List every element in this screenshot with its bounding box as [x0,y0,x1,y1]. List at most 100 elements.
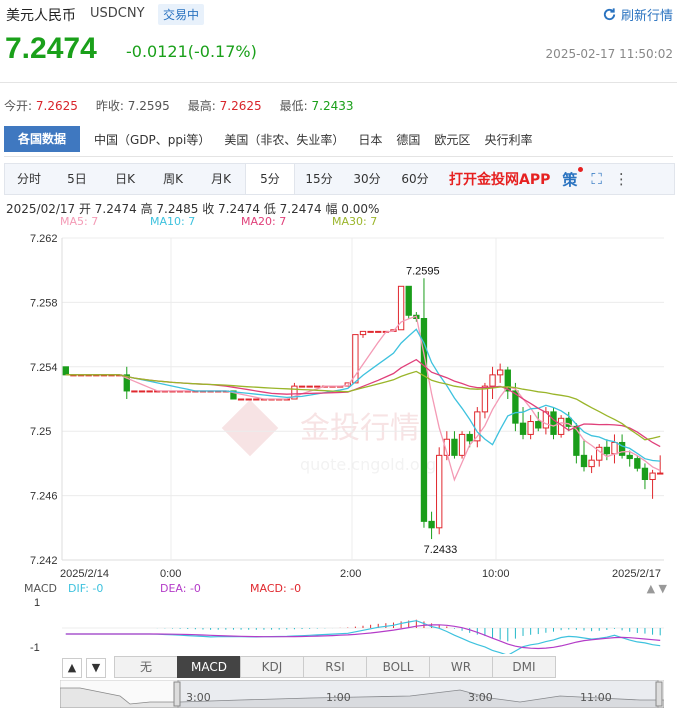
y-tick-label: 7.246 [30,491,58,503]
tab-5min[interactable]: 5分 [245,164,295,194]
ma30-label: MA30: 7 [332,215,378,228]
tab-daily-k[interactable]: 日K [101,164,149,194]
tab-60min[interactable]: 60分 [391,164,439,194]
strategy-button[interactable]: 策 [562,166,584,190]
candle-body [580,454,588,468]
candlestick-chart[interactable]: 金投行情 quote.cngold.org 7.262 7.258 7.254 7.25 7… [0,228,677,580]
navigator-label: 3:00 [468,691,493,704]
candle-body [367,330,374,333]
candle-body [634,458,641,469]
fullscreen-icon[interactable]: ⛶ [591,170,602,188]
candle-body [428,520,435,529]
nav-item-germany[interactable]: 德国 [396,131,420,148]
candle-body [611,441,618,455]
nav-item-china[interactable]: 中国（GDP、ppi等） [94,131,210,148]
nav-item-countries[interactable]: 各国数据 [4,126,81,152]
candle-body [466,433,473,442]
x-tick-label: 0:00 [160,568,181,580]
prev-close-label: 昨收: [95,99,124,113]
candle-body [451,438,458,456]
candle-body [359,330,367,336]
candle-body [405,285,412,316]
candle-body [489,374,496,387]
candle-body [496,369,504,376]
nav-item-eurozone[interactable]: 欧元区 [434,131,470,148]
x-tick-label: 2:00 [340,568,361,580]
low-value: 7.2433 [311,99,354,113]
nav-item-japan[interactable]: 日本 [358,131,382,148]
candle-body [657,472,664,475]
y-tick-label: 7.254 [30,362,58,374]
high-annotation: 7.2595 [406,265,440,277]
divider [0,82,677,83]
indicator-tab-rsi[interactable]: RSI [303,656,367,678]
range-navigator[interactable] [60,680,664,708]
indicator-tab-boll[interactable]: BOLL [366,656,430,678]
candle-body [535,421,542,429]
tab-weekly-k[interactable]: 周K [149,164,197,194]
candle-body [436,454,443,529]
macd-chart: 1 -1 [30,597,664,654]
x-tick-label: 2025/2/17 [612,568,661,580]
tab-15min[interactable]: 15分 [295,164,343,194]
ma5-label: MA5: 7 [60,215,99,228]
candle-body [237,398,245,401]
high-label: 最高: [187,99,216,113]
candle-body [481,385,489,413]
nav-item-us[interactable]: 美国（非农、失业率） [224,131,344,148]
instrument-title: 美元人民币 [6,8,76,24]
indicator-tab-dmi[interactable]: DMI [492,656,556,678]
trading-status-badge: 交易中 [158,4,205,25]
tab-timeshare[interactable]: 分时 [5,164,53,194]
candle-body [62,366,69,376]
watermark-text: 金投行情 [300,411,420,446]
candle-body [626,454,633,460]
refresh-label: 刷新行情 [620,9,673,24]
candle-body [245,398,252,401]
tab-30min[interactable]: 30分 [343,164,391,194]
indicator-tab-wr[interactable]: WR [429,656,493,678]
tab-monthly-k[interactable]: 月K [197,164,245,194]
indicator-tabs: 无 MACD KDJ RSI BOLL WR DMI [114,656,556,678]
current-price: 7.2474 [5,32,97,65]
candle-body [603,446,611,455]
refresh-button[interactable]: 刷新行情 [602,5,673,24]
indicator-tab-none[interactable]: 无 [114,656,178,678]
data-nav-bar: 各国数据 中国（GDP、ppi等） 美国（非农、失业率） 日本 德国 欧元区 央… [4,126,674,152]
prev-close-value: 7.2595 [127,99,170,113]
ma20-label: MA20: 7 [241,215,287,228]
dif-line [65,620,661,654]
candle-body [131,390,138,393]
zoom-arrows: ▲ ▼ [62,658,106,678]
x-tick-label: 10:00 [482,568,510,580]
candle-body [588,459,595,468]
macd-y-top: 1 [34,597,40,609]
period-tabs: 分时 5日 日K 周K 月K 5分 15分 30分 60分 打开金投网APP 策… [4,163,675,195]
instrument-code: USDCNY [90,6,145,21]
candle-body [527,421,534,435]
y-tick-label: 7.25 [30,426,51,438]
low-annotation: 7.2433 [424,544,458,556]
open-value: 7.2625 [35,99,78,113]
arrow-up-icon[interactable]: ▲ [62,658,82,678]
refresh-icon [603,8,616,21]
candle-body [519,422,527,435]
nav-item-central-bank-rates[interactable]: 央行利率 [484,131,532,148]
open-app-link[interactable]: 打开金投网APP [449,169,550,189]
open-label: 今开: [4,99,33,113]
divider [4,156,673,157]
arrow-down-icon[interactable]: ▼ [86,658,106,678]
y-tick-label: 7.242 [30,555,58,567]
quote-timestamp: 2025-02-17 11:50:02 [545,47,673,61]
candle-body [253,398,260,401]
indicator-tab-macd[interactable]: MACD [177,656,241,678]
y-tick-label: 7.262 [30,233,58,245]
y-tick-label: 7.258 [30,297,58,309]
more-menu-icon[interactable]: ⋮ [614,170,629,188]
watermark-logo: 金投行情 quote.cngold.org [221,399,436,474]
tab-5day[interactable]: 5日 [53,164,101,194]
strategy-icon: 策 [562,170,578,189]
navigator-label: 1:00 [326,691,351,704]
indicator-tab-kdj[interactable]: KDJ [240,656,304,678]
notification-dot-icon [578,166,584,172]
